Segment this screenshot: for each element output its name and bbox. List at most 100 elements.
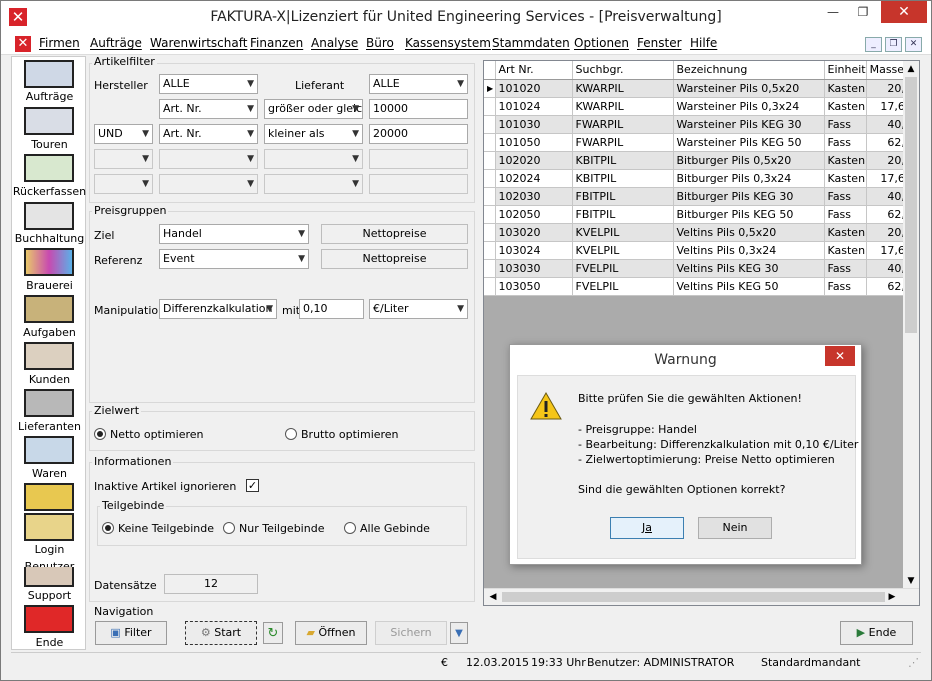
- sidebar-item-kunden[interactable]: Kunden: [12, 373, 87, 386]
- table-horizontal-scroll-thumb[interactable]: [502, 592, 885, 602]
- row-header[interactable]: [484, 259, 496, 278]
- netto-optimieren-radio[interactable]: Netto optimieren: [94, 428, 204, 441]
- sidebar-item-buchhaltung[interactable]: Buchhaltung: [12, 232, 87, 245]
- row-header[interactable]: [484, 115, 496, 134]
- table-cell[interactable]: FBITPIL: [572, 205, 674, 224]
- document-icon[interactable]: [24, 202, 74, 230]
- dialog-close-button[interactable]: ✕: [825, 346, 855, 366]
- sidebar-item-auftraege[interactable]: Aufträge: [12, 90, 87, 103]
- filter3-value-input[interactable]: [369, 149, 468, 169]
- sidebar-item-touren[interactable]: Touren: [12, 138, 87, 151]
- suppliers-icon[interactable]: [24, 389, 74, 417]
- table-cell[interactable]: Fass: [824, 259, 867, 278]
- filter1-value-input[interactable]: 10000: [369, 99, 468, 119]
- close-window-button[interactable]: ✕: [881, 1, 927, 23]
- menu-analyse[interactable]: Analyse: [311, 36, 358, 50]
- row-header[interactable]: [484, 151, 496, 170]
- filter4-operator-select[interactable]: ▼: [264, 174, 363, 194]
- table-cell[interactable]: Bitburger Pils 0,5x20: [673, 151, 825, 170]
- menu-optionen[interactable]: Optionen: [574, 36, 629, 50]
- filter1-field-select[interactable]: Art. Nr. ▼: [159, 99, 258, 119]
- table-cell[interactable]: FBITPIL: [572, 187, 674, 206]
- table-cell[interactable]: 102050: [495, 205, 573, 224]
- table-cell[interactable]: 103030: [495, 259, 573, 278]
- table-cell[interactable]: 101020: [495, 79, 573, 98]
- current-row-pointer-icon[interactable]: ▶: [484, 79, 496, 98]
- sidebar-item-aufgaben[interactable]: Aufgaben: [12, 326, 87, 339]
- row-header[interactable]: [484, 205, 496, 224]
- table-cell[interactable]: Kasten: [824, 151, 867, 170]
- key-icon[interactable]: [24, 513, 74, 541]
- filter2-logic-select[interactable]: UND ▼: [94, 124, 153, 144]
- refresh-icon[interactable]: ↻: [263, 622, 283, 644]
- customers-icon[interactable]: [24, 342, 74, 370]
- filter1-operator-select[interactable]: größer oder gleic ▼: [264, 99, 363, 119]
- table-cell[interactable]: Veltins Pils KEG 30: [673, 259, 825, 278]
- filter4-field-select[interactable]: ▼: [159, 174, 258, 194]
- table-cell[interactable]: 103020: [495, 223, 573, 242]
- table-cell[interactable]: Bitburger Pils KEG 50: [673, 205, 825, 224]
- table-vertical-scrollbar[interactable]: ▲ ▼: [903, 61, 919, 589]
- lieferant-select[interactable]: ALLE ▼: [369, 74, 468, 94]
- table-cell[interactable]: Veltins Pils KEG 50: [673, 277, 825, 296]
- column-header-art-nr[interactable]: Art Nr.: [495, 61, 573, 80]
- table-horizontal-scrollbar[interactable]: ◀ ▶: [484, 588, 919, 605]
- minimize-window-button[interactable]: —: [819, 1, 847, 23]
- dropdown-arrow-icon[interactable]: ▼: [450, 622, 468, 644]
- table-row[interactable]: 103050 FVELPIL Veltins Pils KEG 50 Fass 62,8: [484, 277, 913, 296]
- cash-icon[interactable]: [24, 483, 74, 511]
- table-cell[interactable]: Bitburger Pils KEG 30: [673, 187, 825, 206]
- table-cell[interactable]: Fass: [824, 133, 867, 152]
- table-cell[interactable]: Bitburger Pils 0,3x24: [673, 169, 825, 188]
- table-cell[interactable]: 101024: [495, 97, 573, 116]
- referenz-select[interactable]: Event ▼: [159, 249, 309, 269]
- truck-icon[interactable]: [24, 107, 74, 135]
- keine-teilgebinde-radio[interactable]: Keine Teilgebinde: [102, 522, 214, 535]
- unit-select[interactable]: €/Liter ▼: [369, 299, 468, 319]
- table-cell[interactable]: Warsteiner Pils 0,3x24: [673, 97, 825, 116]
- table-cell[interactable]: Warsteiner Pils KEG 30: [673, 115, 825, 134]
- table-row[interactable]: 103020 KVELPIL Veltins Pils 0,5x20 Kasten 20…: [484, 223, 913, 242]
- alle-gebinde-radio[interactable]: Alle Gebinde: [344, 522, 430, 535]
- hersteller-select[interactable]: ALLE ▼: [159, 74, 258, 94]
- sidebar-item-ende[interactable]: Ende: [12, 636, 87, 649]
- table-cell[interactable]: KBITPIL: [572, 151, 674, 170]
- filter3-field-select[interactable]: ▼: [159, 149, 258, 169]
- goods-icon[interactable]: [24, 436, 74, 464]
- table-cell[interactable]: FWARPIL: [572, 133, 674, 152]
- row-header[interactable]: [484, 187, 496, 206]
- table-cell[interactable]: Kasten: [824, 169, 867, 188]
- menu-stammdaten[interactable]: Stammdaten: [492, 36, 570, 50]
- table-cell[interactable]: KWARPIL: [572, 97, 674, 116]
- row-header[interactable]: [484, 169, 496, 188]
- auftraege-icon[interactable]: [24, 60, 74, 88]
- table-cell[interactable]: 102030: [495, 187, 573, 206]
- start-button[interactable]: ⚙ Start: [185, 621, 257, 645]
- table-row[interactable]: 102020 KBITPIL Bitburger Pils 0,5x20 Kasten…: [484, 151, 913, 170]
- column-header-einheit[interactable]: Einheit: [824, 61, 867, 80]
- sichern-button[interactable]: Sichern: [375, 621, 447, 645]
- checklist-icon[interactable]: [24, 154, 74, 182]
- maximize-window-button[interactable]: ❐: [849, 1, 877, 23]
- column-header-suchbgr[interactable]: Suchbgr.: [572, 61, 674, 80]
- menu-warenwirtschaft[interactable]: Warenwirtschaft: [150, 36, 247, 50]
- sidebar-item-rueckerfassen[interactable]: Rückerfassen: [12, 185, 87, 198]
- table-cell[interactable]: Fass: [824, 277, 867, 296]
- menu-fenster[interactable]: Fenster: [637, 36, 682, 50]
- table-row[interactable]: 102050 FBITPIL Bitburger Pils KEG 50 Fass 62…: [484, 205, 913, 224]
- nur-teilgebinde-radio[interactable]: Nur Teilgebinde: [223, 522, 324, 535]
- menu-firmen[interactable]: Firmen: [39, 36, 80, 50]
- table-cell[interactable]: KVELPIL: [572, 223, 674, 242]
- table-cell[interactable]: KWARPIL: [572, 79, 674, 98]
- table-cell[interactable]: 103050: [495, 277, 573, 296]
- table-cell[interactable]: 102024: [495, 169, 573, 188]
- table-cell[interactable]: Warsteiner Pils 0,5x20: [673, 79, 825, 98]
- table-cell[interactable]: Kasten: [824, 241, 867, 260]
- table-cell[interactable]: FVELPIL: [572, 259, 674, 278]
- filter-button[interactable]: ▣ Filter: [95, 621, 167, 645]
- menu-finanzen[interactable]: Finanzen: [250, 36, 303, 50]
- table-cell[interactable]: Kasten: [824, 223, 867, 242]
- table-cell[interactable]: KBITPIL: [572, 169, 674, 188]
- resize-grip-icon[interactable]: ⋰: [908, 656, 919, 669]
- table-row[interactable]: ▶ 101020 KWARPIL Warsteiner Pils 0,5x20 Kast…: [484, 79, 913, 98]
